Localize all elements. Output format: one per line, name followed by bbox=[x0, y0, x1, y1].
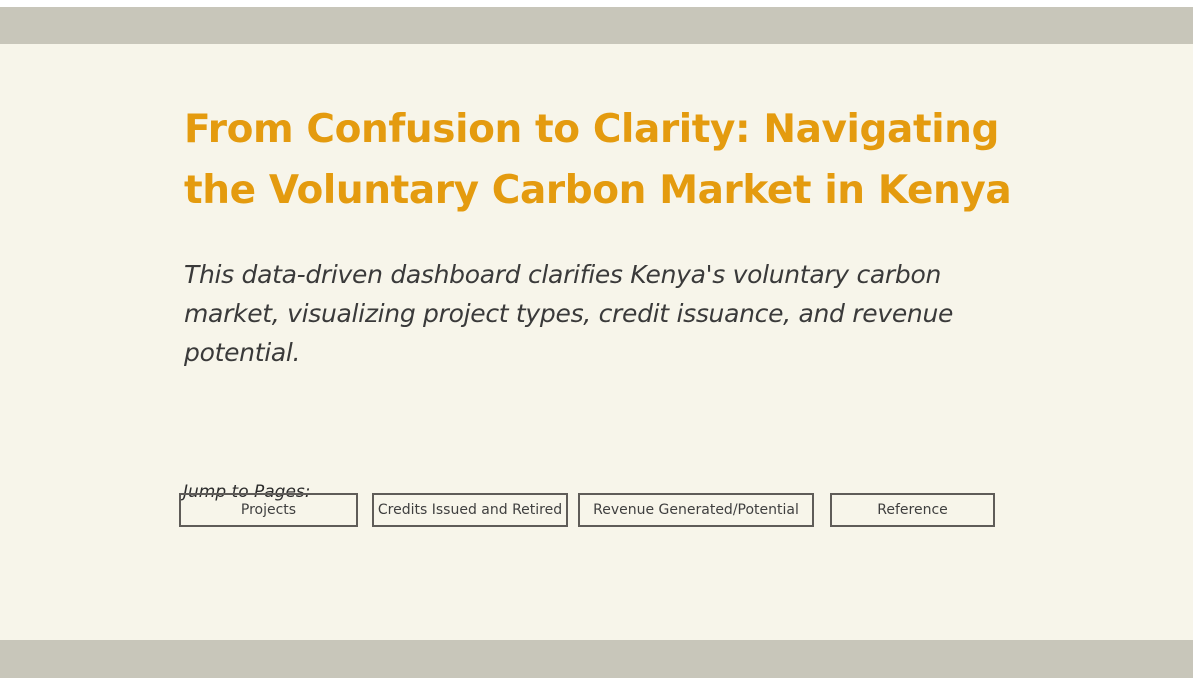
page-title: From Confusion to Clarity: Navigating th… bbox=[184, 107, 1012, 213]
page-subtitle: This data-driven dashboard clarifies Ken… bbox=[184, 260, 954, 367]
revenue-button[interactable]: Revenue Generated/Potential bbox=[578, 493, 814, 527]
report-window: From Confusion to Clarity: Navigating th… bbox=[0, 0, 1199, 681]
reference-button[interactable]: Reference bbox=[830, 493, 995, 527]
credits-issued-retired-button[interactable]: Credits Issued and Retired bbox=[372, 493, 568, 527]
top-band bbox=[0, 7, 1193, 44]
report-canvas: From Confusion to Clarity: Navigating th… bbox=[0, 7, 1193, 678]
bottom-band bbox=[0, 640, 1193, 678]
projects-button[interactable]: Projects bbox=[179, 493, 358, 527]
